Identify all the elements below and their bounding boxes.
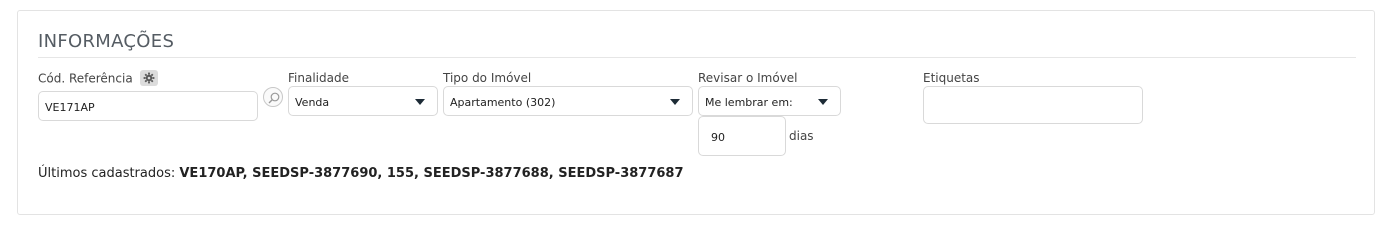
gear-icon[interactable] — [139, 70, 158, 86]
etiquetas-input[interactable] — [923, 86, 1143, 124]
etiquetas-label: Etiquetas — [923, 71, 980, 85]
section-title: INFORMAÇÕES — [38, 31, 175, 52]
revisar-label: Revisar o Imóvel — [698, 71, 798, 85]
finalidade-select[interactable]: Venda — [288, 86, 438, 116]
ref-label-text: Cód. Referência — [38, 71, 133, 86]
tipo-select[interactable]: Apartamento (302) — [443, 86, 693, 116]
caret-down-icon — [415, 99, 425, 105]
recent-registrations: Últimos cadastrados: VE170AP, SEEDSP-387… — [38, 166, 684, 181]
magnifier-icon[interactable] — [263, 87, 283, 107]
finalidade-value: Venda — [295, 96, 330, 109]
revisar-select[interactable]: Me lembrar em: — [698, 86, 841, 116]
recent-items[interactable]: VE170AP, SEEDSP-3877690, 155, SEEDSP-387… — [179, 166, 683, 181]
finalidade-label: Finalidade — [288, 71, 349, 85]
ref-input[interactable]: VE171AP — [38, 91, 258, 121]
tipo-value: Apartamento (302) — [450, 96, 556, 109]
caret-down-icon — [670, 99, 680, 105]
ref-input-value: VE171AP — [45, 101, 95, 114]
revisar-days-input[interactable]: 90 — [698, 116, 786, 156]
days-unit-label: dias — [789, 129, 814, 143]
recent-prefix: Últimos cadastrados: — [38, 166, 176, 181]
ref-field-label: Cód. Referência — [38, 70, 158, 87]
caret-down-icon — [818, 99, 828, 105]
title-divider — [38, 57, 1356, 58]
tipo-label: Tipo do Imóvel — [443, 71, 532, 85]
revisar-days-value: 90 — [711, 131, 725, 144]
revisar-value: Me lembrar em: — [705, 96, 793, 109]
